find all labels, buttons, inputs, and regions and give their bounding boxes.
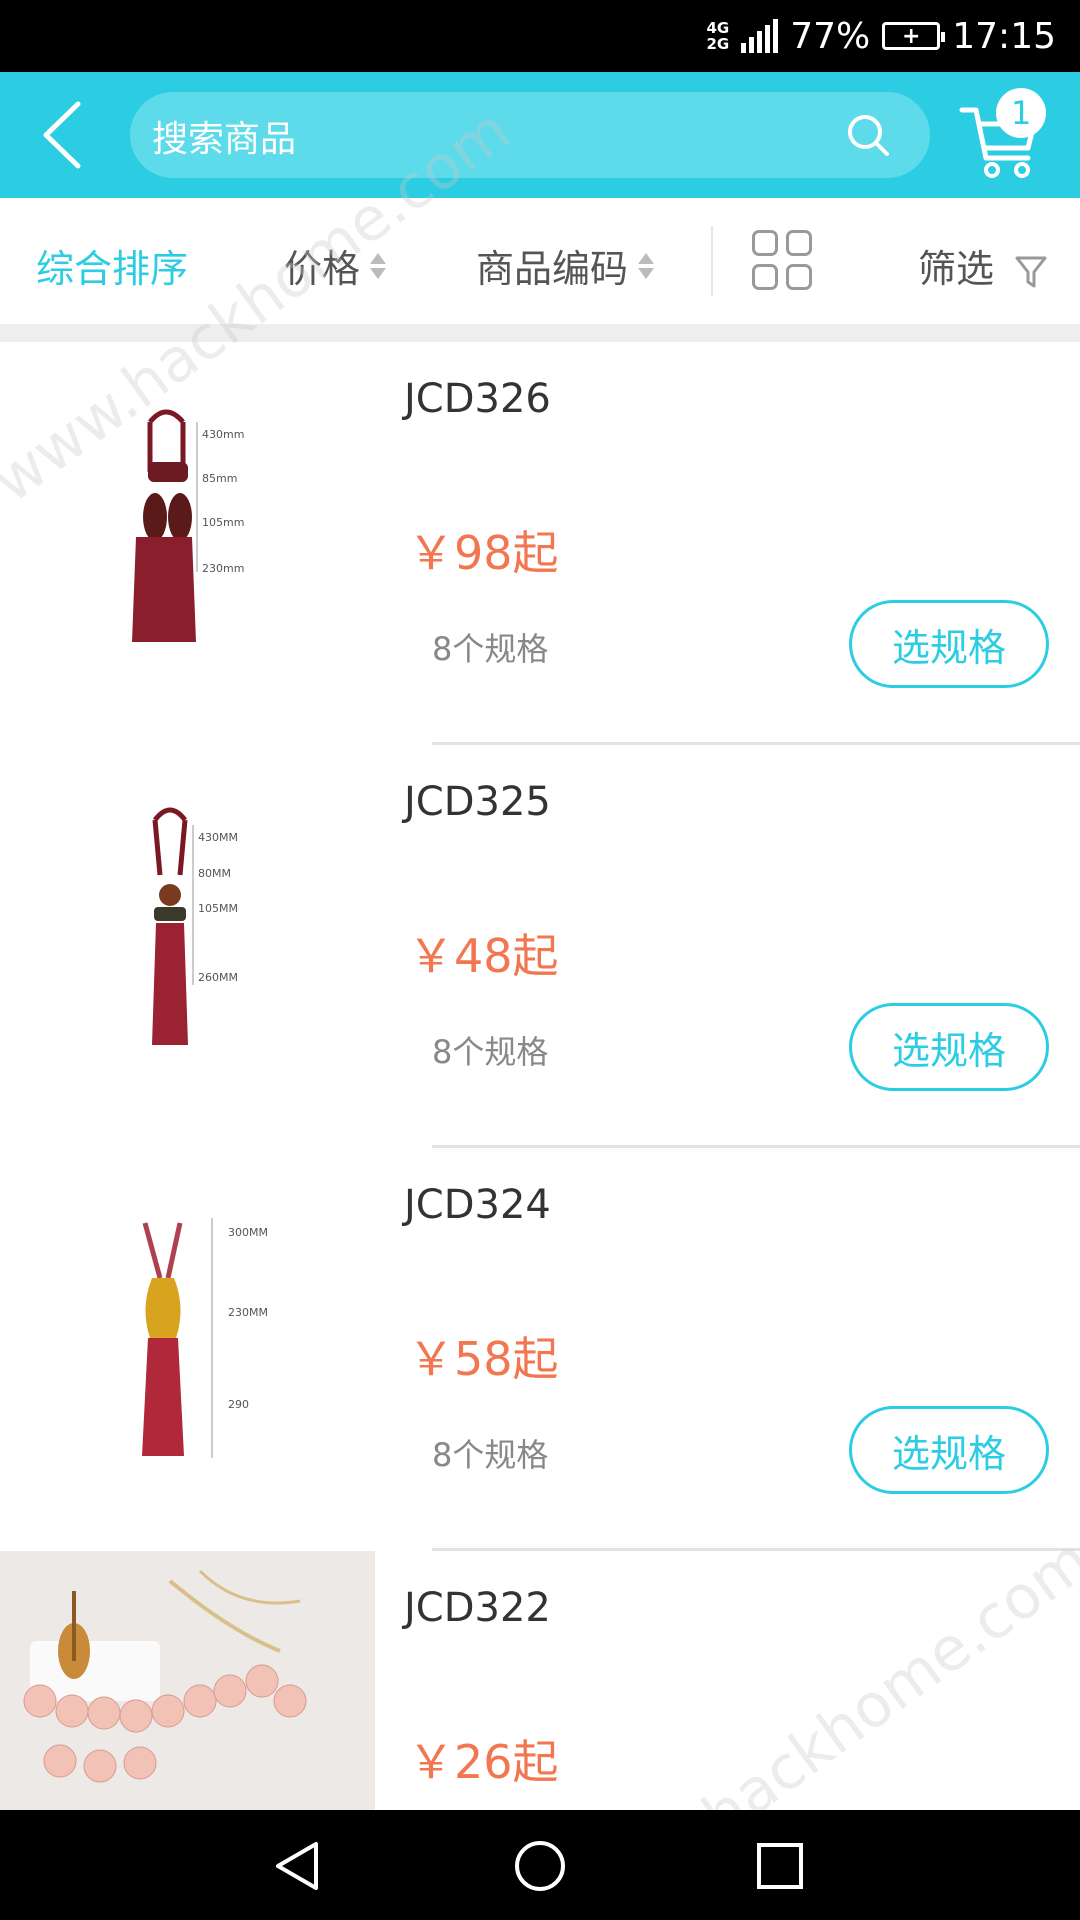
status-bar: 4G 2G 77% + 17:15	[0, 0, 1080, 72]
search-bar[interactable]: 搜索商品	[130, 92, 930, 178]
product-item[interactable]: 300MM 230MM 290 JCD324 ￥58起 8个规格 选规格	[0, 1148, 1080, 1551]
system-nav-bar	[0, 1810, 1080, 1920]
grid-view-icon[interactable]	[752, 230, 812, 290]
cart-button[interactable]: 1	[956, 88, 1046, 182]
dimension-label: 85mm	[202, 472, 237, 485]
section-gap	[0, 324, 1080, 342]
product-image: 300MM 230MM 290	[0, 1148, 375, 1551]
sort-comprehensive[interactable]: 综合排序	[36, 238, 188, 293]
app-header: 搜索商品 1	[0, 72, 1080, 198]
network-type-bottom: 2G	[706, 35, 730, 53]
search-icon[interactable]	[844, 111, 892, 159]
divider	[711, 226, 713, 296]
dimension-label: 230MM	[228, 1306, 268, 1319]
search-input[interactable]: 搜索商品	[152, 110, 296, 162]
product-price: ￥48起	[408, 929, 559, 983]
product-image	[0, 1551, 375, 1810]
dimension-label: 230mm	[202, 562, 244, 575]
dimension-label: 300MM	[228, 1226, 268, 1239]
product-price: ￥58起	[408, 1332, 559, 1386]
product-item[interactable]: 430mm 85mm 105mm 230mm JCD326 ￥98起 8个规格 …	[0, 342, 1080, 745]
nav-home-icon[interactable]	[512, 1838, 568, 1894]
battery-charging-icon: +	[882, 22, 946, 50]
nav-recents-icon[interactable]	[752, 1838, 808, 1894]
product-code: JCD324	[404, 1182, 551, 1228]
battery-percent: 77%	[790, 15, 871, 57]
select-spec-button[interactable]: 选规格	[849, 1003, 1049, 1091]
dimension-label: 430mm	[202, 428, 244, 441]
sort-price[interactable]: 价格	[284, 238, 387, 293]
product-image: 430MM 80MM 105MM 260MM	[0, 745, 375, 1148]
product-spec-count: 8个规格	[432, 1436, 549, 1474]
sort-comprehensive-label: 综合排序	[36, 247, 189, 291]
filter-funnel-icon	[1015, 256, 1047, 287]
product-code: JCD322	[404, 1585, 551, 1631]
product-list: 430mm 85mm 105mm 230mm JCD326 ￥98起 8个规格 …	[0, 342, 1080, 1810]
sort-code-label: 商品编码	[476, 247, 629, 291]
product-price: ￥26起	[408, 1735, 559, 1789]
signal-icon	[741, 19, 779, 53]
cart-count-badge: 1	[996, 88, 1046, 138]
sort-arrows-icon	[370, 252, 387, 279]
product-item[interactable]: JCD322 ￥26起	[0, 1551, 1080, 1810]
filter-button[interactable]: 筛选	[918, 238, 1048, 293]
dimension-label: 80MM	[198, 867, 231, 880]
dimension-label: 430MM	[198, 831, 238, 844]
dimension-label: 105MM	[198, 902, 238, 915]
dimension-label: 290	[228, 1398, 249, 1411]
dimension-label: 260MM	[198, 971, 238, 984]
network-type-top: 4G	[706, 19, 730, 37]
product-spec-count: 8个规格	[432, 630, 549, 668]
nav-back-icon[interactable]	[270, 1838, 326, 1894]
dimension-label: 105mm	[202, 516, 244, 529]
back-arrow-icon[interactable]	[34, 98, 94, 172]
select-spec-button[interactable]: 选规格	[849, 600, 1049, 688]
product-code: JCD326	[404, 376, 551, 422]
product-spec-count: 8个规格	[432, 1033, 549, 1071]
clock: 17:15	[952, 15, 1056, 57]
filter-label: 筛选	[918, 247, 995, 291]
sort-price-label: 价格	[284, 247, 361, 291]
product-item[interactable]: 430MM 80MM 105MM 260MM JCD325 ￥48起 8个规格 …	[0, 745, 1080, 1148]
sort-arrows-icon	[638, 252, 655, 279]
product-code: JCD325	[404, 779, 551, 825]
sort-code[interactable]: 商品编码	[476, 238, 655, 293]
product-price: ￥98起	[408, 526, 559, 580]
network-indicator: 4G 2G	[706, 20, 729, 52]
product-image: 430mm 85mm 105mm 230mm	[0, 342, 375, 745]
sort-bar: 综合排序 价格 商品编码 筛选	[0, 198, 1080, 324]
select-spec-button[interactable]: 选规格	[849, 1406, 1049, 1494]
